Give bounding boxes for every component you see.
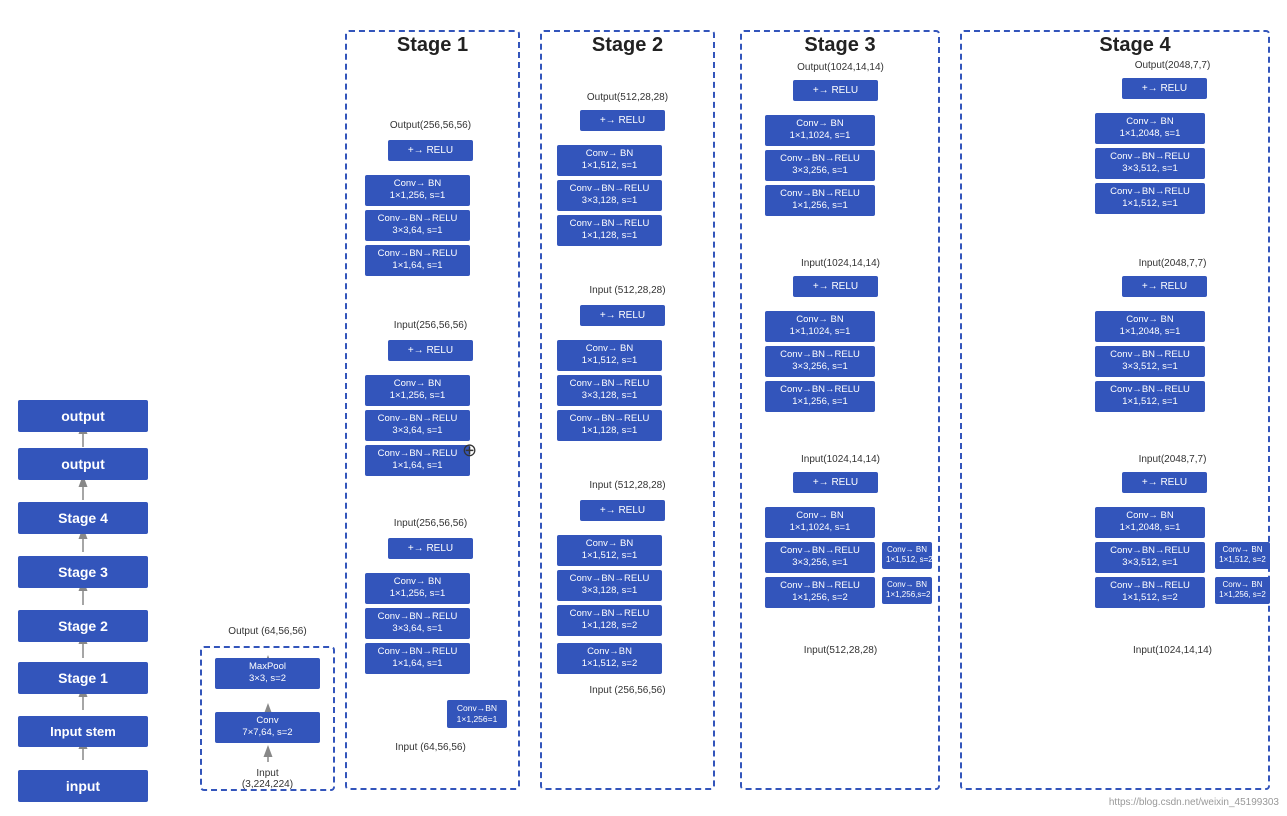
s2-m1-conv-bn: Conv→ BN1×1,512, s=1: [557, 340, 662, 371]
s2-b3-conv-bn: Conv→ BN1×1,512, s=1: [557, 535, 662, 566]
s1-bot-label: Input(256,56,56): [348, 518, 513, 529]
s1-b1-conv-bn-relu2: Conv→BN→RELU1×1,64, s=1: [365, 245, 470, 276]
s3-conv-bn-wide: Conv→ BN1×1,256,s=2: [882, 577, 932, 604]
s3-relu-bot: +→ RELU: [793, 472, 878, 493]
s4-mid-label: Input(2048,7,7): [1080, 258, 1265, 269]
stem-conv: Conv7×7,64, s=2: [215, 712, 320, 743]
s4-relu-mid: +→ RELU: [1122, 276, 1207, 297]
stem-output-label: Output (64,56,56): [200, 626, 335, 637]
overview-stage3: Stage 3: [18, 556, 148, 588]
s2-b1-conv-bn-relu: Conv→BN→RELU3×3,128, s=1: [557, 180, 662, 211]
stage2-label: Stage 2: [545, 34, 710, 57]
s3-b3-conv-bn-relu2: Conv→BN→RELU1×1,256, s=2: [765, 577, 875, 608]
s1-m1-conv-bn-relu2: Conv→BN→RELU1×1,64, s=1: [365, 445, 470, 476]
stem-maxpool: MaxPool3×3, s=2: [215, 658, 320, 689]
s4-conv-bn-wide: Conv→ BN1×1,256, s=2: [1215, 577, 1270, 604]
overview-stage2: Stage 2: [18, 610, 148, 642]
s4-m1-conv-bn-relu2: Conv→BN→RELU1×1,512, s=1: [1095, 381, 1205, 412]
s2-b1-conv-bn-relu2: Conv→BN→RELU1×1,128, s=1: [557, 215, 662, 246]
s3-m1-conv-bn: Conv→ BN1×1,1024, s=1: [765, 311, 875, 342]
overview-input: input: [18, 770, 148, 802]
s3-input-bottom: Input(512,28,28): [748, 645, 933, 656]
stage4-label: Stage 4: [1050, 34, 1220, 57]
s2-m1-conv-bn-relu: Conv→BN→RELU3×3,128, s=1: [557, 375, 662, 406]
s1-b3-conv-bn: Conv→ BN1×1,256, s=1: [365, 573, 470, 604]
s1-out-label: Output(256,56,56): [348, 120, 513, 131]
s1-mid-label: Input(256,56,56): [348, 320, 513, 331]
s4-m1-conv-bn-relu: Conv→BN→RELU3×3,512, s=1: [1095, 346, 1205, 377]
overview-output-top: output: [18, 400, 148, 432]
s3-relu-top: +→ RELU: [793, 80, 878, 101]
s4-b1-conv-bn-relu: Conv→BN→RELU3×3,512, s=1: [1095, 148, 1205, 179]
stem-input-label: Input(3,224,224): [200, 768, 335, 790]
s4-b3-conv-bn: Conv→ BN1×1,2048, s=1: [1095, 507, 1205, 538]
s1-relu-bot: +→ RELU: [388, 538, 473, 559]
s4-b1-conv-bn: Conv→ BN1×1,2048, s=1: [1095, 113, 1205, 144]
s4-conv-bn-wide2: Conv→ BN1×1,512, s=2: [1215, 542, 1270, 569]
s1-input-64: Input (64,56,56): [348, 742, 513, 753]
zoom-icon: ⊕: [462, 440, 477, 461]
s2-b1-conv-bn: Conv→ BN1×1,512, s=1: [557, 145, 662, 176]
s4-b3-conv-bn-relu2: Conv→BN→RELU1×1,512, s=2: [1095, 577, 1205, 608]
s1-relu-top: +→ RELU: [388, 140, 473, 161]
s4-out-label: Output(2048,7,7): [1090, 60, 1255, 71]
s4-m1-conv-bn: Conv→ BN1×1,2048, s=1: [1095, 311, 1205, 342]
s3-b1-conv-bn-relu2: Conv→BN→RELU1×1,256, s=1: [765, 185, 875, 216]
stage3-label: Stage 3: [755, 34, 925, 57]
s2-relu-bot: +→ RELU: [580, 500, 665, 521]
s3-relu-mid: +→ RELU: [793, 276, 878, 297]
s4-relu-top: +→ RELU: [1122, 78, 1207, 99]
s4-b1-conv-bn-relu2: Conv→BN→RELU1×1,512, s=1: [1095, 183, 1205, 214]
overview-input-stem: Input stem: [18, 716, 148, 747]
s3-b3-conv-bn-relu: Conv→BN→RELU3×3,256, s=1: [765, 542, 875, 573]
s2-conv-bn-bot: Conv→BN1×1,512, s=2: [557, 643, 662, 674]
s2-b3-conv-bn-relu: Conv→BN→RELU3×3,128, s=1: [557, 570, 662, 601]
overview-stage1: Stage 1: [18, 662, 148, 694]
s3-mid-label: Input(1024,14,14): [748, 258, 933, 269]
s1-b3-conv-bn-relu: Conv→BN→RELU3×3,64, s=1: [365, 608, 470, 639]
s1-b3-conv-bn-relu2: Conv→BN→RELU1×1,64, s=1: [365, 643, 470, 674]
s1-b1-conv-bn: Conv→ BN1×1,256, s=1: [365, 175, 470, 206]
s2-relu-mid: +→ RELU: [580, 305, 665, 326]
s3-m1-conv-bn-relu: Conv→BN→RELU3×3,256, s=1: [765, 346, 875, 377]
s2-mid-label: Input (512,28,28): [545, 285, 710, 296]
s2-bot-label: Input (512,28,28): [545, 480, 710, 491]
s1-m1-conv-bn-relu: Conv→BN→RELU3×3,64, s=1: [365, 410, 470, 441]
s1-b1-conv-bn-relu: Conv→BN→RELU3×3,64, s=1: [365, 210, 470, 241]
s3-bot-label: Input(1024,14,14): [748, 454, 933, 465]
s1-relu-mid: +→ RELU: [388, 340, 473, 361]
s4-input-bottom: Input(1024,14,14): [1080, 645, 1265, 656]
s2-input-bottom: Input (256,56,56): [545, 685, 710, 696]
s2-m1-conv-bn-relu2: Conv→BN→RELU1×1,128, s=1: [557, 410, 662, 441]
watermark: https://blog.csdn.net/weixin_45199303: [1109, 797, 1279, 808]
s3-b1-conv-bn: Conv→ BN1×1,1024, s=1: [765, 115, 875, 146]
s3-b1-conv-bn-relu: Conv→BN→RELU3×3,256, s=1: [765, 150, 875, 181]
overview-output-mid: output: [18, 448, 148, 480]
s1-conv-bn-bot: Conv→BN1×1,256=1: [447, 700, 507, 728]
s2-out-label: Output(512,28,28): [545, 92, 710, 103]
s4-b3-conv-bn-relu: Conv→BN→RELU3×3,512, s=1: [1095, 542, 1205, 573]
s2-relu-top: +→ RELU: [580, 110, 665, 131]
s4-bot-label: Input(2048,7,7): [1080, 454, 1265, 465]
s1-m1-conv-bn: Conv→ BN1×1,256, s=1: [365, 375, 470, 406]
s2-b3-conv-bn-relu2: Conv→BN→RELU1×1,128, s=2: [557, 605, 662, 636]
diagram-container: output output Stage 4 Stage 3 Stage 2 St…: [0, 0, 1287, 816]
s4-relu-bot: +→ RELU: [1122, 472, 1207, 493]
s3-m1-conv-bn-relu2: Conv→BN→RELU1×1,256, s=1: [765, 381, 875, 412]
overview-stage4: Stage 4: [18, 502, 148, 534]
s3-out-label: Output(1024,14,14): [748, 62, 933, 73]
s3-conv-bn-wide2: Conv→ BN1×1,512, s=2: [882, 542, 932, 569]
s3-b3-conv-bn: Conv→ BN1×1,1024, s=1: [765, 507, 875, 538]
stage1-label: Stage 1: [355, 34, 510, 57]
